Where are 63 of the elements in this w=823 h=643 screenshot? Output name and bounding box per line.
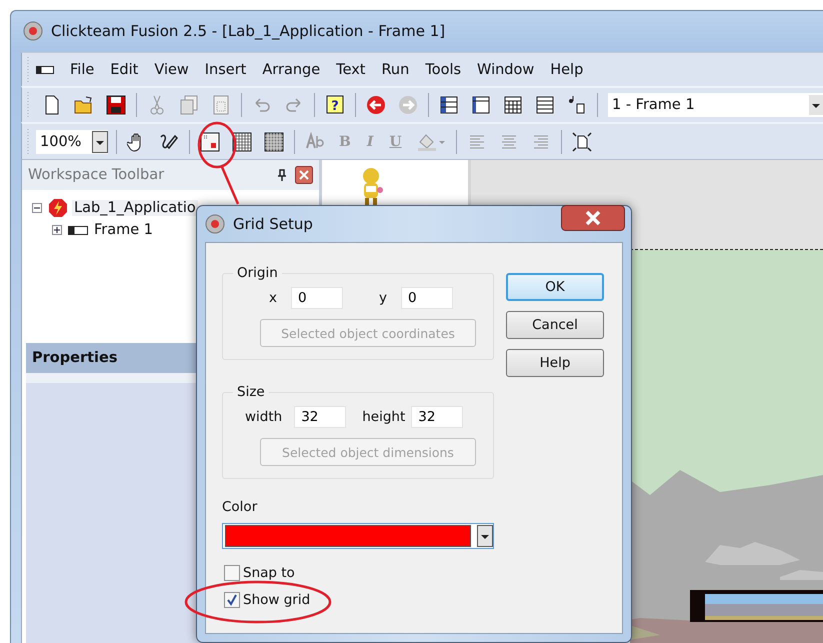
dialog-button[interactable]: Cancel [506, 311, 604, 339]
grid-setup-icon[interactable] [200, 132, 220, 152]
checkbox-label: Snap to [243, 565, 295, 581]
field-label: width [245, 409, 282, 425]
help-icon[interactable]: ? [325, 95, 345, 115]
field-label: y [379, 290, 387, 306]
input-field[interactable]: 32 [411, 406, 464, 428]
menu-item[interactable]: Help [550, 62, 584, 78]
tree-item[interactable]: Lab_1_Applicatio [72, 200, 198, 216]
grip-handle[interactable] [26, 56, 30, 82]
menu-item[interactable]: Arrange [262, 62, 320, 78]
menu-item[interactable]: Insert [204, 62, 246, 78]
app-icon [48, 198, 68, 218]
panel-title: Workspace Toolbar [28, 167, 166, 183]
group-label: Origin [236, 265, 279, 281]
fit-page-icon[interactable] [572, 132, 592, 152]
checkbox[interactable] [224, 592, 240, 608]
dialog-title: Grid Setup [233, 215, 314, 233]
menu-item[interactable]: Run [382, 62, 410, 78]
frame-icon [68, 226, 88, 234]
checkbox[interactable] [224, 565, 240, 581]
grid-icon[interactable] [232, 132, 252, 152]
grip-handle[interactable] [26, 92, 30, 118]
lines-view-icon[interactable] [535, 95, 555, 115]
window-menu-icon[interactable] [36, 66, 54, 74]
open-folder-icon[interactable] [74, 95, 94, 115]
app-logo-icon [23, 21, 43, 41]
grid-icon[interactable] [264, 132, 284, 152]
menu-item[interactable]: Window [477, 62, 534, 78]
fill-color-icon[interactable] [416, 132, 446, 152]
checkbox-label: Show grid [243, 592, 310, 608]
expand-toggle-icon[interactable] [52, 225, 62, 235]
input-field[interactable]: 0 [401, 287, 453, 309]
input-field[interactable]: 0 [291, 287, 343, 309]
group-label: Size [236, 384, 266, 400]
menu-item[interactable]: Edit [110, 62, 138, 78]
menu-item[interactable]: Text [336, 62, 366, 78]
field-label: x [269, 290, 277, 306]
dialog-button[interactable]: OK [506, 273, 604, 301]
window-title: Clickteam Fusion 2.5 - [Lab_1_Application - Frame 1] [51, 22, 446, 40]
input-field[interactable]: 32 [294, 406, 346, 428]
tree-item[interactable]: Frame 1 [92, 222, 156, 238]
frame-dropdown[interactable]: 1 - Frame 1 [608, 93, 823, 117]
zoom-dropdown[interactable]: 100% [36, 130, 108, 154]
pin-icon[interactable] [277, 169, 287, 181]
panel-title: Properties [32, 350, 118, 366]
color-label: Color [222, 499, 258, 515]
collapse-toggle-icon[interactable] [32, 203, 42, 213]
color-dropdown[interactable] [222, 523, 494, 549]
grip-handle[interactable] [26, 128, 30, 154]
close-icon[interactable] [561, 205, 625, 231]
menu-item[interactable]: Tools [425, 62, 462, 78]
app-logo-icon [205, 214, 225, 234]
close-icon[interactable] [295, 166, 313, 184]
menu-item[interactable]: View [154, 62, 189, 78]
grid-view-icon[interactable] [503, 95, 523, 115]
note-file-icon[interactable] [567, 95, 587, 115]
menu-item[interactable]: File [70, 62, 94, 78]
list-view-icon[interactable] [439, 95, 459, 115]
field-label: height [362, 409, 406, 425]
pen-icon[interactable] [159, 132, 179, 152]
panel-view-icon[interactable] [471, 95, 491, 115]
dialog-button[interactable]: Help [506, 349, 604, 377]
